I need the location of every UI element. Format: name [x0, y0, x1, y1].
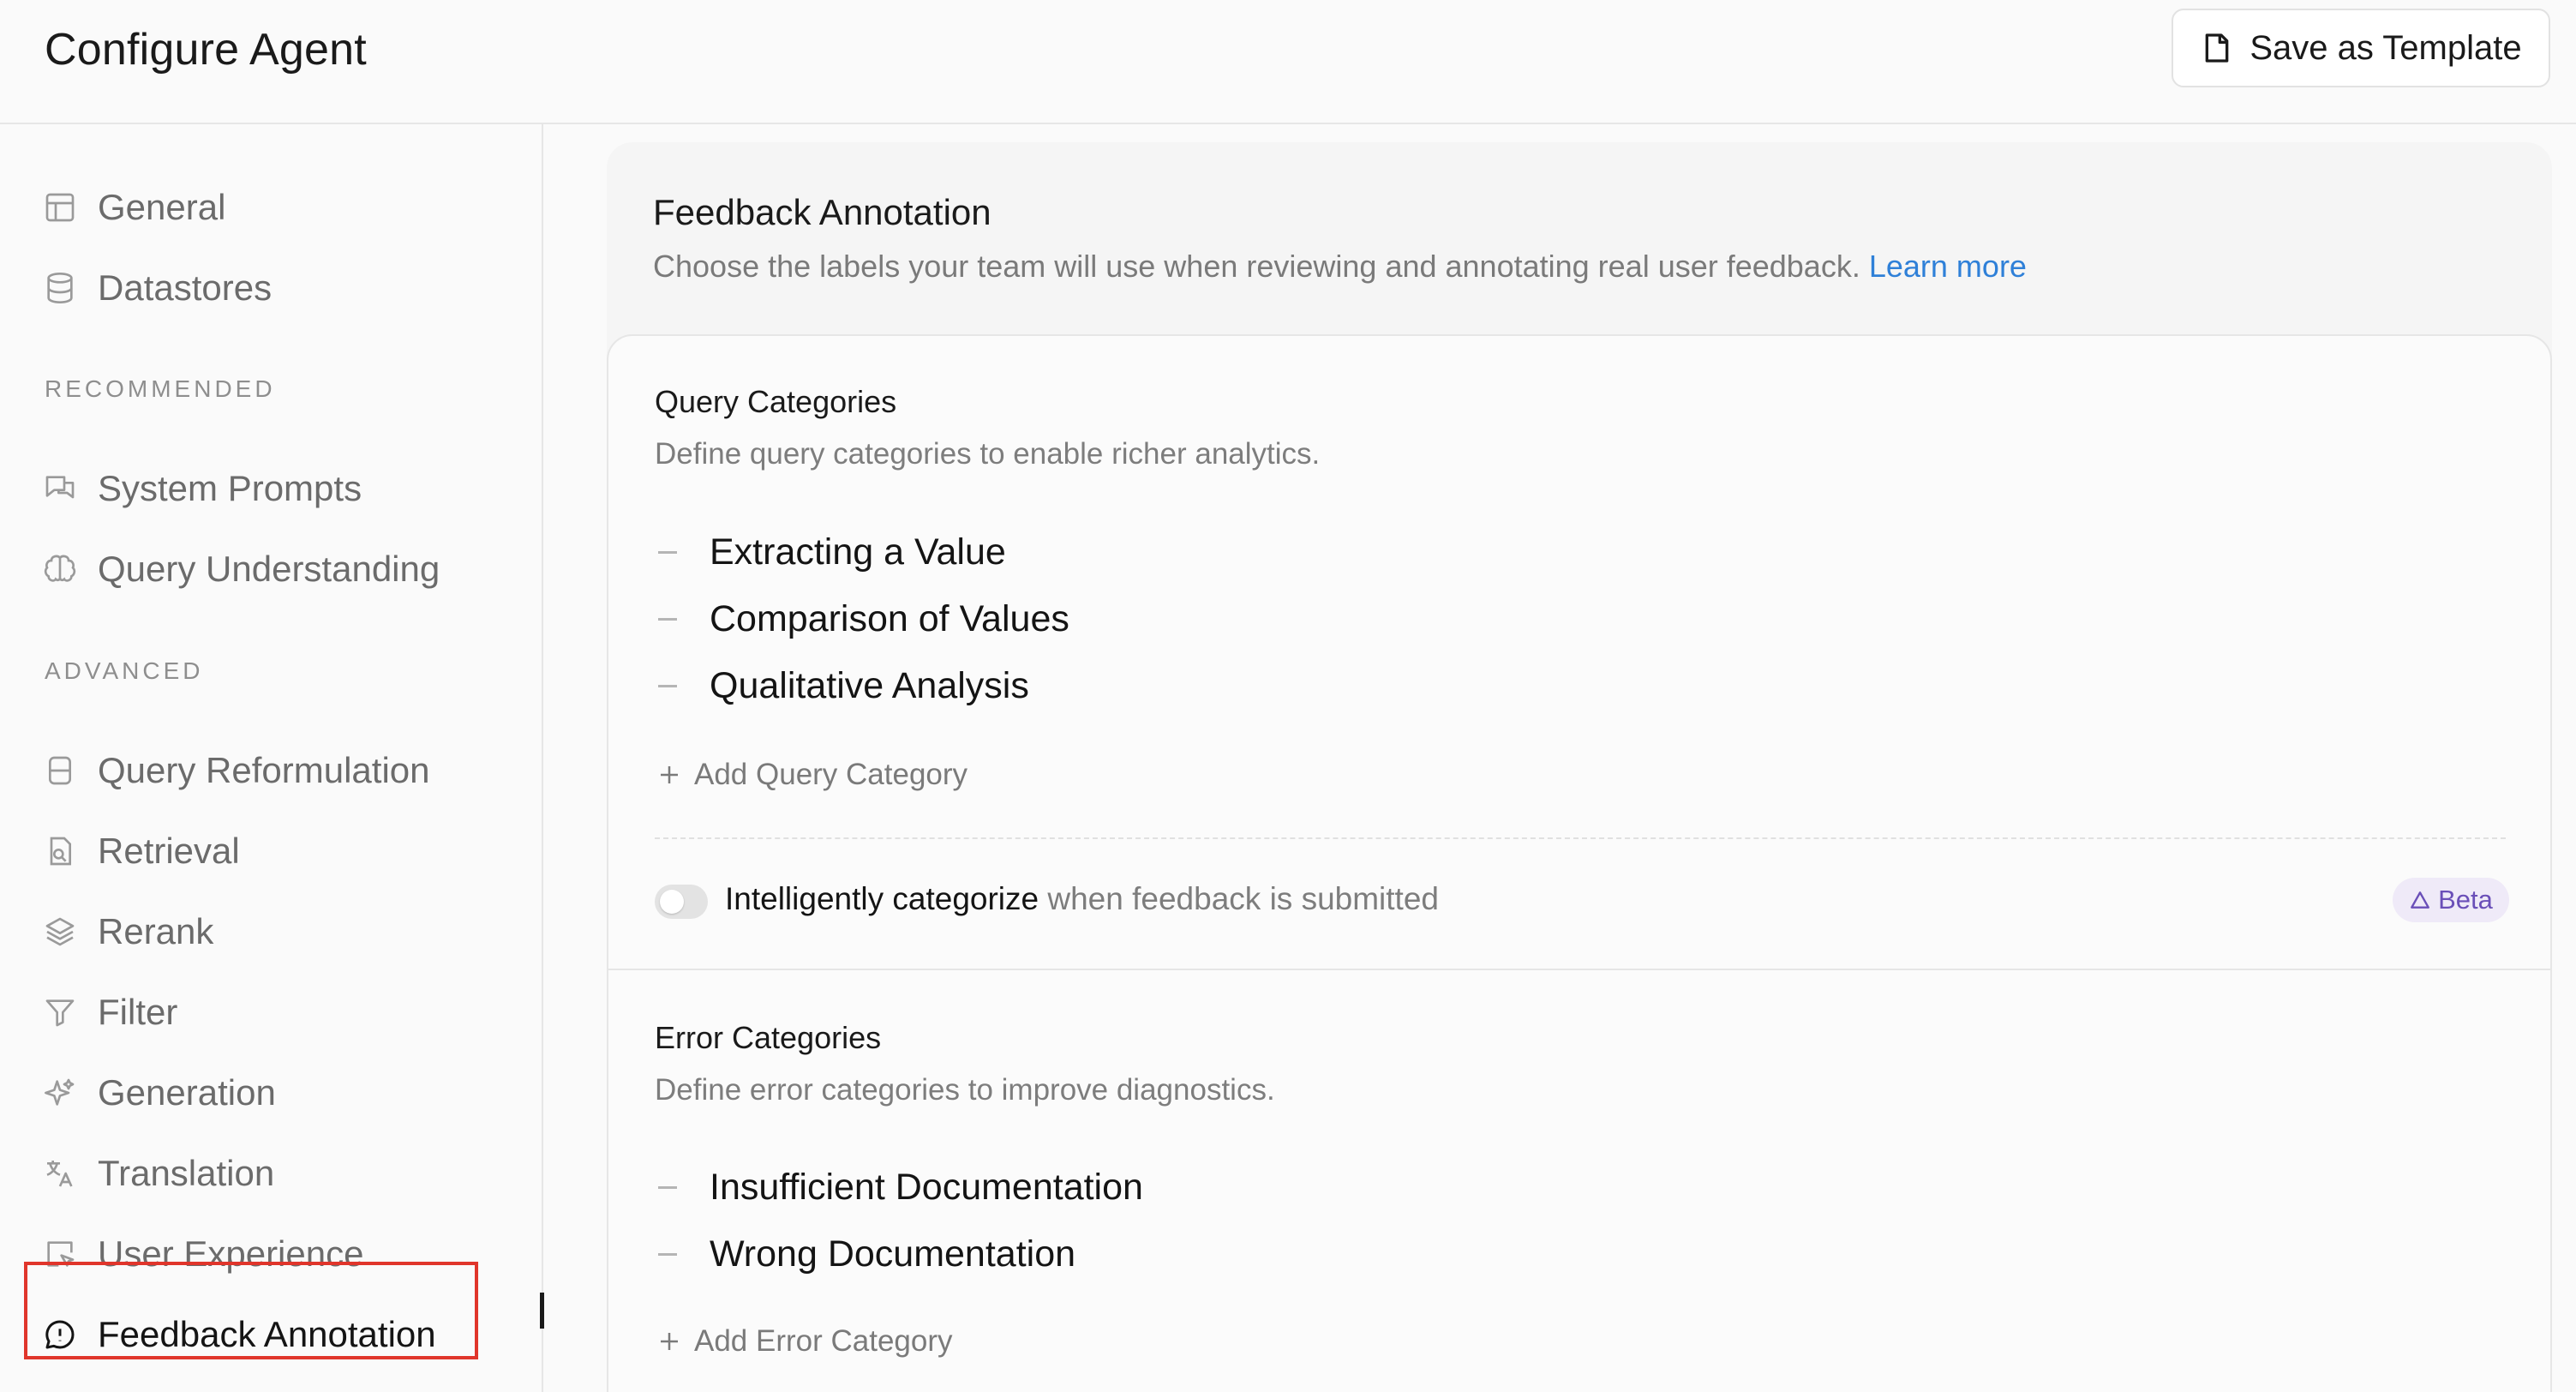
query-categories-description: Define query categories to enable richer…	[655, 437, 1321, 471]
brain-icon	[44, 555, 76, 582]
sparkles-icon	[45, 1078, 75, 1106]
dash-icon	[658, 617, 677, 621]
panel-description-text: Choose the labels your team will use whe…	[653, 249, 1860, 284]
cursor-window-icon	[47, 1241, 75, 1267]
error-categories-title: Error Categories	[655, 1020, 882, 1055]
file-icon	[2206, 33, 2229, 63]
sidebar-item-translation[interactable]: Translation	[43, 1148, 274, 1199]
error-category-label: Wrong Documentation	[710, 1233, 1076, 1275]
list-item[interactable]: Qualitative Analysis	[658, 662, 1029, 710]
add-error-category-button[interactable]: Add Error Category	[656, 1324, 953, 1359]
intelligent-categorize-bold: Intelligently categorize	[725, 881, 1039, 916]
sidebar-item-label: Generation	[98, 1072, 276, 1113]
triangle-icon	[2411, 891, 2430, 909]
sidebar-item-label: Rerank	[98, 911, 214, 951]
layers-icon	[45, 917, 75, 946]
save-as-template-button[interactable]: Save as Template	[2172, 9, 2550, 87]
sidebar-item-feedback-annotation[interactable]: Feedback Annotation	[43, 1309, 436, 1360]
text-cursor	[540, 1293, 544, 1329]
panel-description: Choose the labels your team will use whe…	[653, 249, 2027, 285]
add-query-category-button[interactable]: Add Query Category	[656, 758, 967, 792]
sidebar-nav: General Datastores RECOMMENDED System Pr…	[0, 124, 543, 1392]
toggle-knob	[660, 890, 684, 914]
database-icon	[47, 273, 73, 304]
sidebar-item-label: Query Reformulation	[98, 750, 430, 790]
dash-icon	[658, 1252, 677, 1256]
sidebar-item-filter[interactable]: Filter	[43, 987, 177, 1038]
learn-more-link[interactable]: Learn more	[1869, 249, 2027, 284]
query-category-label: Comparison of Values	[710, 597, 1069, 639]
sidebar-item-system-prompts[interactable]: System Prompts	[43, 463, 362, 514]
layout-icon	[45, 193, 75, 222]
reformulate-icon	[49, 756, 71, 785]
sidebar-section-recommended: RECOMMENDED	[45, 375, 276, 402]
panel-title: Feedback Annotation	[653, 192, 991, 232]
sidebar-item-label: User Experience	[98, 1233, 364, 1274]
message-alert-icon	[45, 1320, 75, 1349]
top-header: Configure Agent Save as Template	[0, 0, 2576, 124]
sidebar-item-label: Feedback Annotation	[98, 1314, 436, 1354]
categories-card: Query Categories Define query categories…	[607, 334, 2552, 1392]
sidebar-item-label: System Prompts	[98, 468, 362, 508]
plus-icon	[661, 1333, 678, 1350]
sidebar-item-datastores[interactable]: Datastores	[43, 262, 272, 314]
error-category-label: Insufficient Documentation	[710, 1166, 1143, 1208]
sidebar-item-generation[interactable]: Generation	[43, 1067, 276, 1119]
error-categories-description: Define error categories to improve diagn…	[655, 1073, 1275, 1107]
divider	[655, 837, 2506, 839]
sidebar-item-label: Retrieval	[98, 831, 240, 871]
sidebar-item-label: Translation	[98, 1153, 275, 1193]
dash-icon	[658, 550, 677, 554]
sidebar-item-label: Query Understanding	[98, 549, 440, 589]
list-item[interactable]: Extracting a Value	[658, 528, 1006, 576]
dash-icon	[658, 684, 677, 687]
save-as-template-label: Save as Template	[2250, 28, 2522, 67]
chat-bubbles-icon	[45, 476, 75, 499]
translate-icon	[46, 1161, 73, 1187]
section-divider	[608, 969, 2550, 970]
add-error-category-label: Add Error Category	[694, 1324, 953, 1358]
query-category-label: Qualitative Analysis	[710, 664, 1029, 706]
sidebar-section-advanced: ADVANCED	[45, 657, 204, 684]
list-item[interactable]: Comparison of Values	[658, 595, 1069, 643]
query-categories-title: Query Categories	[655, 384, 897, 419]
sidebar-item-user-experience[interactable]: User Experience	[43, 1228, 363, 1280]
query-category-label: Extracting a Value	[710, 531, 1006, 573]
sidebar-item-label: Filter	[98, 992, 178, 1032]
add-query-category-label: Add Query Category	[694, 758, 968, 791]
filter-icon	[45, 999, 75, 1027]
sidebar-item-rerank[interactable]: Rerank	[43, 906, 213, 957]
list-item[interactable]: Wrong Documentation	[658, 1230, 1075, 1278]
intelligent-categorize-toggle[interactable]	[655, 885, 708, 919]
sidebar-item-query-understanding[interactable]: Query Understanding	[43, 543, 440, 595]
intelligent-categorize-rest: when feedback is submitted	[1039, 881, 1439, 916]
sidebar-item-label: General	[98, 187, 226, 227]
sidebar-item-general[interactable]: General	[43, 182, 225, 233]
sidebar-item-query-reformulation[interactable]: Query Reformulation	[43, 745, 430, 796]
beta-badge: Beta	[2393, 878, 2509, 922]
beta-badge-label: Beta	[2438, 885, 2493, 915]
page-title: Configure Agent	[45, 25, 367, 75]
dash-icon	[658, 1185, 677, 1189]
sidebar-item-retrieval[interactable]: Retrieval	[43, 825, 240, 877]
file-search-icon	[50, 837, 71, 866]
plus-icon	[661, 766, 678, 783]
list-item[interactable]: Insufficient Documentation	[658, 1163, 1143, 1211]
sidebar-item-label: Datastores	[98, 267, 273, 308]
intelligent-categorize-label: Intelligently categorize when feedback i…	[725, 881, 1439, 917]
